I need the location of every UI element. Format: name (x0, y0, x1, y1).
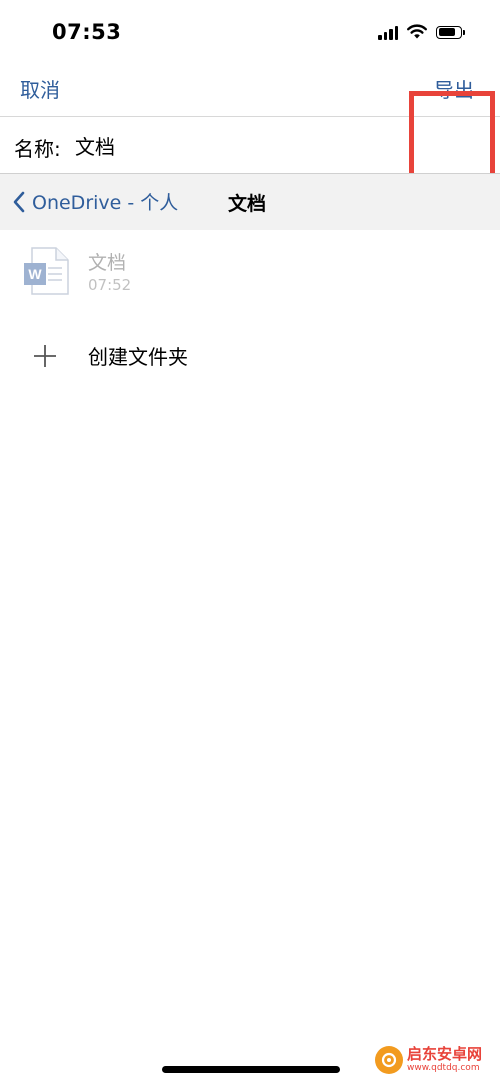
back-to-onedrive-button[interactable]: OneDrive - 个人 (12, 188, 178, 215)
file-name-input[interactable] (75, 133, 455, 157)
file-timestamp: 07:52 (88, 276, 132, 294)
word-file-icon: W (24, 247, 69, 295)
watermark-logo: 启东安卓网 www.qdtdq.com (375, 1046, 482, 1074)
watermark-logo-icon (375, 1046, 403, 1074)
cellular-signal-icon (378, 25, 398, 40)
battery-icon (436, 25, 465, 39)
file-name: 文档 (88, 252, 127, 274)
wifi-icon (407, 24, 427, 39)
home-indicator[interactable] (162, 1066, 340, 1073)
chevron-left-icon (13, 191, 25, 212)
cancel-button[interactable]: 取消 (20, 74, 60, 103)
breadcrumb: OneDrive - 个人 文档 (0, 174, 500, 230)
svg-text:W: W (28, 266, 42, 282)
file-name-row: 名称: (0, 117, 500, 174)
create-folder-button[interactable]: 创建文件夹 (0, 325, 500, 385)
status-icons (378, 24, 465, 40)
file-name-label: 名称: (14, 137, 61, 161)
status-bar: 07:53 (0, 0, 500, 66)
watermark-title: 启东安卓网 (407, 1045, 483, 1063)
current-folder-title: 文档 (228, 193, 267, 215)
file-list-item[interactable]: W 文档 07:52 (0, 230, 500, 320)
export-button[interactable]: 导出 (434, 74, 474, 103)
watermark-url: www.qdtdq.com (407, 1063, 480, 1073)
back-label: OneDrive - 个人 (32, 192, 179, 214)
navigation-bar: 取消 导出 (0, 66, 500, 191)
status-time: 07:53 (52, 20, 122, 44)
plus-icon (34, 345, 56, 367)
create-folder-label: 创建文件夹 (88, 345, 188, 369)
